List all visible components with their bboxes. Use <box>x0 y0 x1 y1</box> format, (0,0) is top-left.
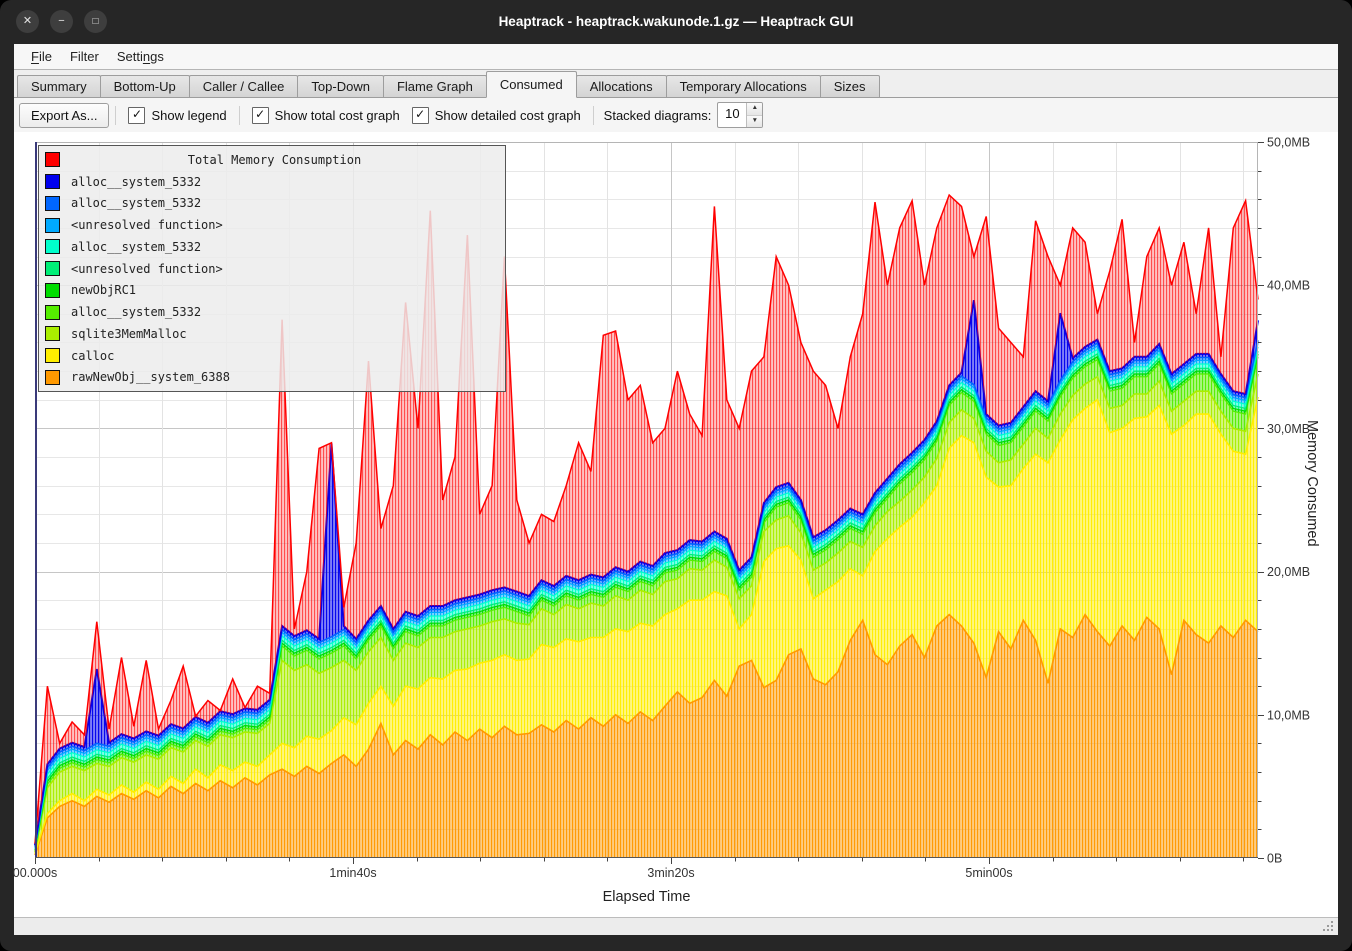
toolbar-separator <box>593 106 594 125</box>
status-bar <box>14 917 1338 935</box>
window-content: FileFilterSettings SummaryBottom-UpCalle… <box>14 44 1338 935</box>
legend-swatch-icon <box>45 326 60 341</box>
x-tick-label: 1min40s <box>329 866 376 880</box>
legend-swatch-icon <box>45 174 60 189</box>
x-tick-label: 00.000s <box>13 866 57 880</box>
menu-filter[interactable]: Filter <box>61 47 108 66</box>
legend-item: alloc__system_5332 <box>39 172 505 192</box>
x-axis-title: Elapsed Time <box>35 889 1258 905</box>
legend-item: rawNewObj__system_6388 <box>39 367 505 387</box>
legend-swatch-icon <box>45 196 60 211</box>
toolbar: Export As... ✓ Show legend ✓ Show total cos… <box>14 98 1338 132</box>
legend-swatch-icon <box>45 218 60 233</box>
legend-item: calloc <box>39 346 505 366</box>
legend-item: alloc__system_5332 <box>39 237 505 257</box>
stepper-arrows: ▲ ▼ <box>746 103 762 127</box>
toolbar-separator <box>239 106 240 125</box>
legend-label: Total Memory Consumption <box>71 153 478 167</box>
legend-swatch-icon <box>45 261 60 276</box>
checkbox-box: ✓ <box>252 107 269 124</box>
legend-item: newObjRC1 <box>39 280 505 300</box>
stacked-diagrams-stepper[interactable]: 10 ▲ ▼ <box>717 102 763 128</box>
legend-item: <unresolved function> <box>39 259 505 279</box>
checkbox-box: ✓ <box>128 107 145 124</box>
maximize-icon[interactable]: □ <box>84 10 107 33</box>
legend-label: alloc__system_5332 <box>71 305 201 319</box>
legend-swatch-icon <box>45 239 60 254</box>
chart-legend: Total Memory Consumption alloc__system_53… <box>38 145 506 392</box>
legend-swatch-icon <box>45 152 60 167</box>
y-tick-label: 40,0MB <box>1267 279 1310 293</box>
legend-label: alloc__system_5332 <box>71 240 201 254</box>
legend-label: calloc <box>71 349 114 363</box>
menu-file[interactable]: File <box>22 47 61 66</box>
window-controls: ✕ − □ <box>16 10 107 33</box>
checkbox-show-total-cost-graph[interactable]: ✓ Show total cost graph <box>252 107 400 124</box>
menu-settings[interactable]: Settings <box>108 47 173 66</box>
tab-bar: SummaryBottom-UpCaller / CalleeTop-DownF… <box>14 70 1338 98</box>
legend-label: newObjRC1 <box>71 283 136 297</box>
legend-item: alloc__system_5332 <box>39 302 505 322</box>
tab-bottom-up[interactable]: Bottom-Up <box>100 75 190 98</box>
y-tick-label: 50,0MB <box>1267 136 1310 150</box>
x-tick-label: 3min20s <box>647 866 694 880</box>
checkbox-box: ✓ <box>412 107 429 124</box>
tab-top-down[interactable]: Top-Down <box>297 75 384 98</box>
menubar: FileFilterSettings <box>14 44 1338 70</box>
tab-flame-graph[interactable]: Flame Graph <box>383 75 487 98</box>
legend-swatch-icon <box>45 370 60 385</box>
tab-allocations[interactable]: Allocations <box>576 75 667 98</box>
legend-label: <unresolved function> <box>71 218 223 232</box>
y-axis-title: Memory Consumed <box>1304 420 1320 547</box>
resize-grip-icon[interactable] <box>1331 929 1333 931</box>
spin-down-icon[interactable]: ▼ <box>747 116 762 128</box>
minimize-icon[interactable]: − <box>50 10 73 33</box>
toolbar-separator <box>115 106 116 125</box>
checkbox-label: Show legend <box>151 108 226 123</box>
stacked-diagrams-label: Stacked diagrams: <box>604 108 712 123</box>
legend-swatch-icon <box>45 305 60 320</box>
export-as-button[interactable]: Export As... <box>19 103 109 128</box>
tab-caller-callee[interactable]: Caller / Callee <box>189 75 299 98</box>
legend-item: alloc__system_5332 <box>39 193 505 213</box>
chart-region: 00.000s 1min40s 3min20s 5min00s 0B 10,0MB 20,0… <box>14 132 1338 917</box>
legend-label: sqlite3MemMalloc <box>71 327 187 341</box>
spin-up-icon[interactable]: ▲ <box>747 103 762 116</box>
tab-consumed[interactable]: Consumed <box>486 71 577 98</box>
legend-label: rawNewObj__system_6388 <box>71 370 230 384</box>
checkbox-label: Show total cost graph <box>275 108 400 123</box>
app-window: ✕ − □ Heaptrack - heaptrack.wakunode.1.g… <box>0 0 1352 951</box>
checkbox-show-detailed-cost-graph[interactable]: ✓ Show detailed cost graph <box>412 107 581 124</box>
y-tick-label: 20,0MB <box>1267 565 1310 579</box>
close-icon[interactable]: ✕ <box>16 10 39 33</box>
x-tick-label: 5min00s <box>965 866 1012 880</box>
legend-swatch-icon <box>45 283 60 298</box>
legend-label: alloc__system_5332 <box>71 175 201 189</box>
tab-summary[interactable]: Summary <box>17 75 101 98</box>
checkbox-label: Show detailed cost graph <box>435 108 581 123</box>
y-tick-label: 0B <box>1267 852 1282 866</box>
y-tick-label: 10,0MB <box>1267 708 1310 722</box>
legend-label: alloc__system_5332 <box>71 196 201 210</box>
legend-swatch-icon <box>45 348 60 363</box>
legend-item: sqlite3MemMalloc <box>39 324 505 344</box>
titlebar[interactable]: ✕ − □ Heaptrack - heaptrack.wakunode.1.g… <box>0 0 1352 44</box>
tab-sizes[interactable]: Sizes <box>820 75 880 98</box>
legend-title-row: Total Memory Consumption <box>39 150 505 170</box>
checkbox-show-legend[interactable]: ✓ Show legend <box>128 107 226 124</box>
legend-label: <unresolved function> <box>71 262 223 276</box>
tab-temporary-allocations[interactable]: Temporary Allocations <box>666 75 821 98</box>
window-title: Heaptrack - heaptrack.wakunode.1.gz — He… <box>0 0 1352 44</box>
stacked-diagrams-value[interactable]: 10 <box>718 103 746 127</box>
legend-item: <unresolved function> <box>39 215 505 235</box>
